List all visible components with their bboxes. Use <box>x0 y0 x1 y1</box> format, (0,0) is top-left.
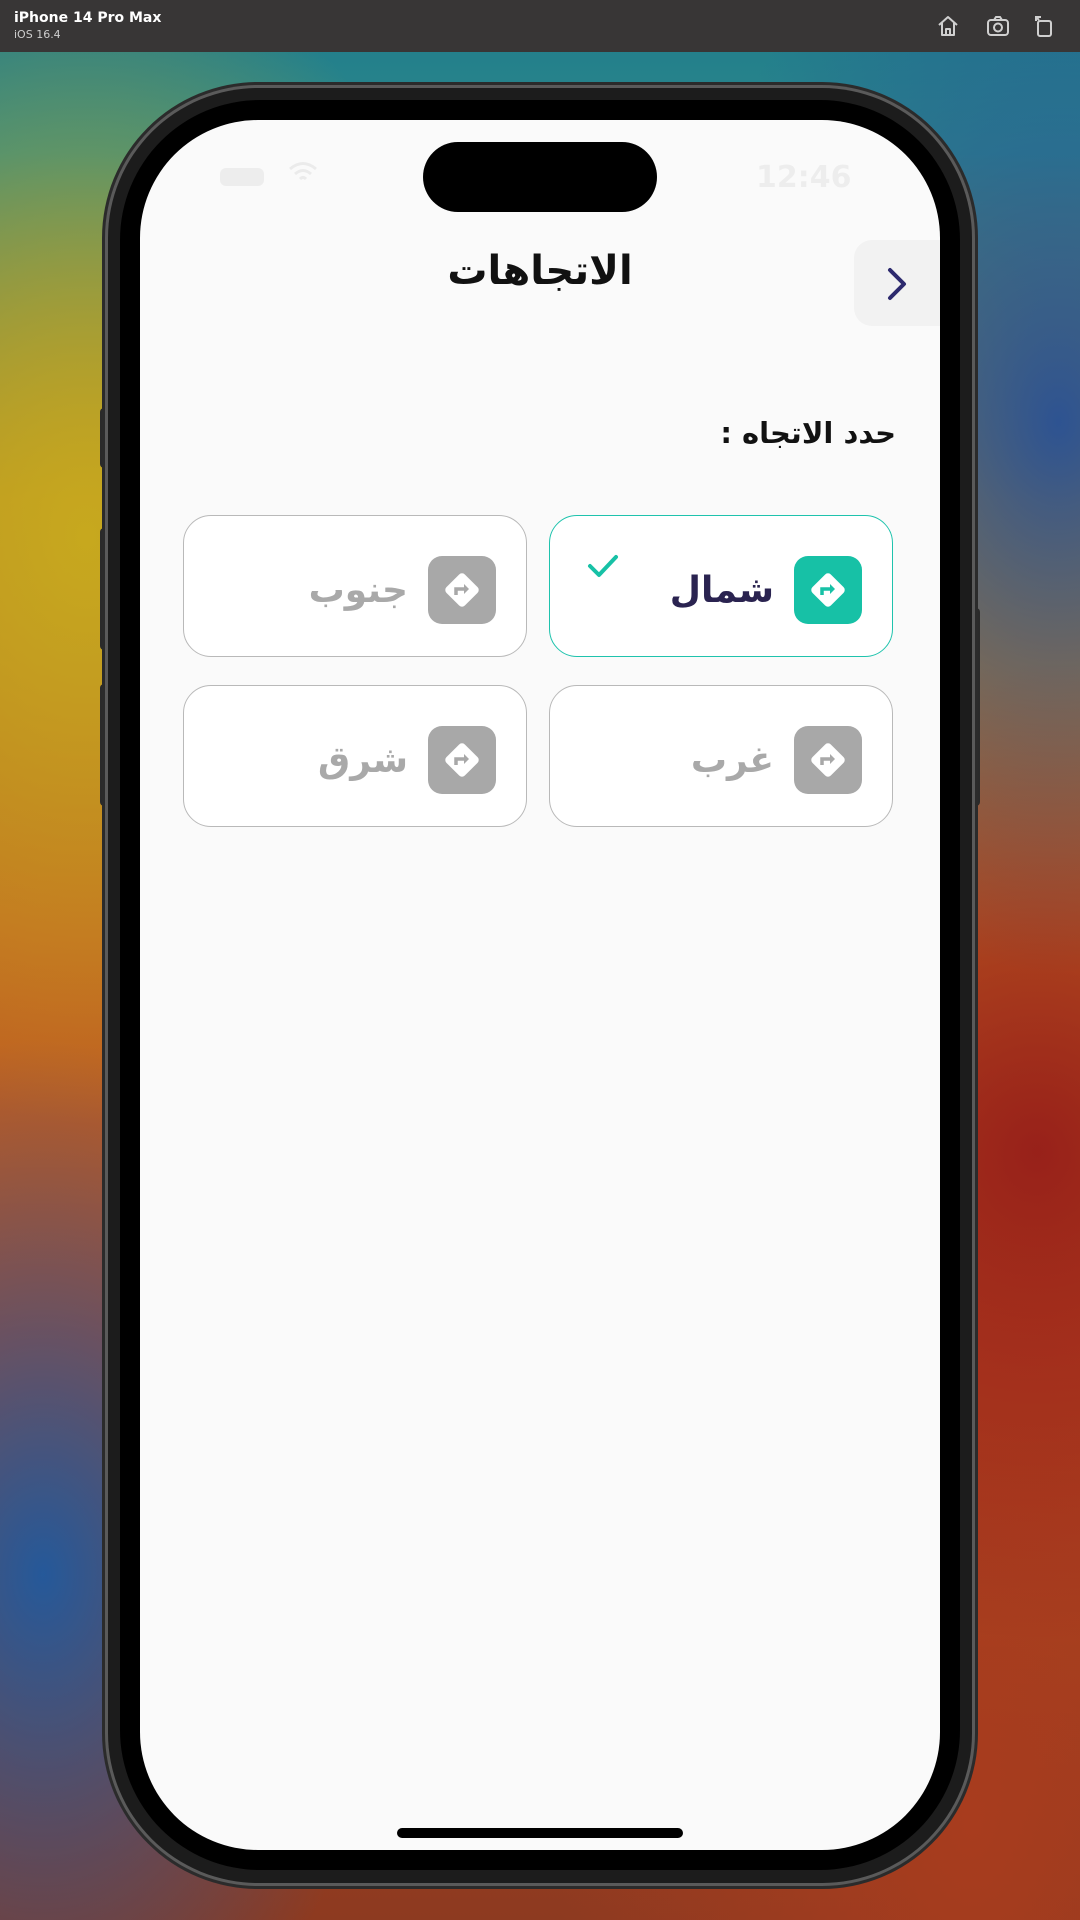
volume-up-button <box>100 528 108 650</box>
status-time: 12:46 <box>756 160 852 195</box>
check-icon <box>588 555 618 577</box>
dynamic-island <box>423 142 657 212</box>
direction-card-north[interactable]: شمال <box>549 515 893 657</box>
volume-down-button <box>100 684 108 806</box>
rotate-icon[interactable] <box>1030 12 1058 40</box>
device-name: iPhone 14 Pro Max <box>14 10 162 26</box>
simulator-toolbar: iPhone 14 Pro Max iOS 16.4 <box>0 0 1080 52</box>
direction-card-west[interactable]: غرب <box>549 685 893 827</box>
home-indicator[interactable] <box>397 1828 683 1838</box>
direction-label: شمال <box>669 570 774 611</box>
direction-prompt-label: حدد الاتجاه : <box>720 416 896 450</box>
direction-card-south[interactable]: جنوب <box>183 515 527 657</box>
battery-icon <box>220 168 264 186</box>
app-screen: 12:46 الاتجاهات حدد الاتجاه : شمال جنوب … <box>140 120 940 1850</box>
direction-label: غرب <box>690 740 774 781</box>
power-button <box>972 608 980 806</box>
action-button <box>100 408 108 468</box>
home-icon[interactable] <box>934 12 962 40</box>
direction-card-east[interactable]: شرق <box>183 685 527 827</box>
wifi-icon <box>288 160 318 184</box>
direction-sign-icon <box>428 556 496 624</box>
direction-sign-icon <box>428 726 496 794</box>
direction-sign-icon <box>794 556 862 624</box>
screenshot-icon[interactable] <box>984 12 1012 40</box>
direction-label: شرق <box>318 740 408 781</box>
page-title: الاتجاهات <box>447 248 633 294</box>
direction-label: جنوب <box>308 570 408 611</box>
direction-sign-icon <box>794 726 862 794</box>
os-version: iOS 16.4 <box>14 28 61 41</box>
